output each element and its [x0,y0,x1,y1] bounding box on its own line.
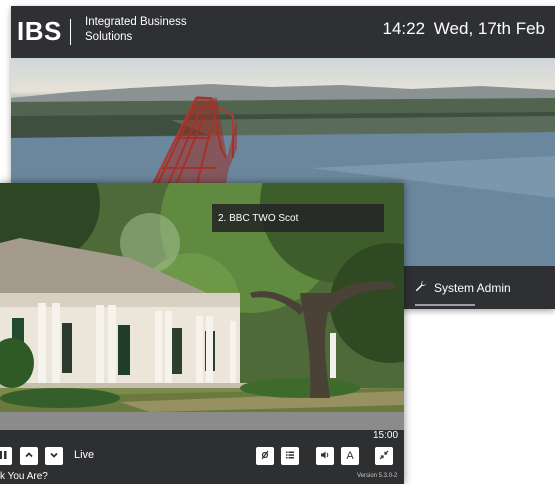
logo-divider [70,19,71,45]
clock-date: Wed, 17th Feb [433,19,545,38]
pause-button[interactable] [0,447,12,465]
portal-header: IBS Integrated Business Solutions 14:22 … [11,6,555,58]
exit-fullscreen-button[interactable] [375,447,393,465]
subtitles-button[interactable]: A [341,447,359,465]
volume-icon [320,447,330,465]
channel-down-button[interactable] [45,447,63,465]
pause-icon [0,447,8,465]
clock-time: 14:22 [382,19,426,38]
record-icon [260,447,270,465]
chevron-down-icon [49,447,59,465]
volume-button[interactable] [316,447,334,465]
system-admin-underline [415,304,475,306]
portal-clock: 14:22 Wed, 17th Feb [383,19,545,39]
chevron-up-icon [24,447,34,465]
video-frame[interactable]: 2. BBC TWO Scot [0,183,404,412]
live-label[interactable]: Live [74,449,94,461]
programme-end-time: 15:00 [373,430,399,441]
record-button[interactable] [256,447,274,465]
system-admin-label: System Admin [434,281,511,295]
progress-strip[interactable] [0,412,404,430]
list-icon [285,447,295,465]
ibs-logo[interactable]: IBS [17,16,62,47]
guide-button[interactable] [281,447,299,465]
player-controls: Live A 15:00 k You Are? Version 5.3.0-2 [0,430,404,484]
version-label: Version 5.3.0-2 [357,473,398,479]
tv-player-window: 2. BBC TWO Scot Live A 15:00 k You Are? … [0,183,404,484]
minimize-icon [379,447,389,465]
channel-overlay[interactable]: 2. BBC TWO Scot [212,204,384,232]
wrench-icon [415,279,427,297]
programme-title: k You Are? [0,471,48,482]
channel-up-button[interactable] [20,447,38,465]
subtitles-icon: A [346,450,354,462]
company-name: Integrated Business Solutions [85,16,187,43]
system-admin-button[interactable]: System Admin [415,276,511,300]
